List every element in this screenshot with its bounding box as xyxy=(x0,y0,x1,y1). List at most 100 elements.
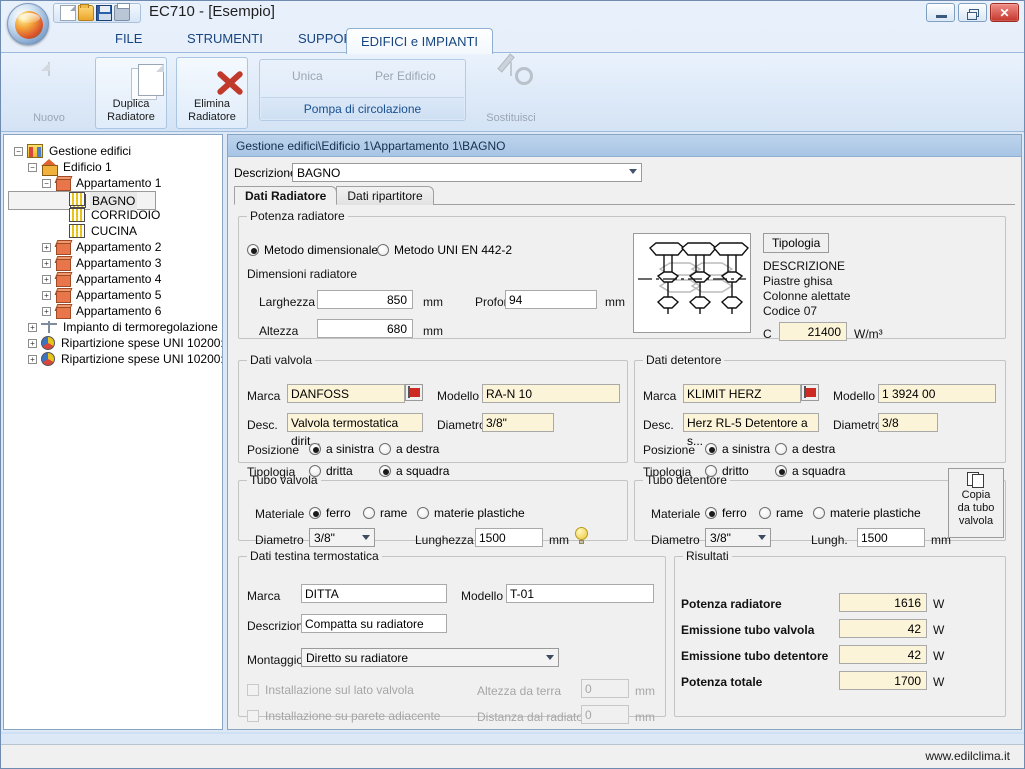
ribbon-button-sostituisci[interactable]: Sostituisci xyxy=(475,57,547,129)
close-button[interactable]: ✕ xyxy=(990,3,1019,22)
expand-icon[interactable]: + xyxy=(42,275,51,284)
tree-item-appartamento-2[interactable]: +Appartamento 2 xyxy=(8,239,218,255)
input-valvola-marca[interactable]: DANFOSS xyxy=(287,384,405,403)
expand-icon[interactable]: + xyxy=(42,259,51,268)
tree-item-appartamento-1[interactable]: −Appartamento 1 xyxy=(8,175,218,191)
detentore-marca-picker-button[interactable] xyxy=(801,384,819,401)
tree-item-appartamento-6[interactable]: +Appartamento 6 xyxy=(8,303,218,319)
tree-item-appartamento-4[interactable]: +Appartamento 4 xyxy=(8,271,218,287)
menu-tab-file[interactable]: FILE xyxy=(101,27,156,52)
collapse-icon[interactable]: − xyxy=(42,179,51,188)
radio-metodo-uni[interactable]: Metodo UNI EN 442-2 xyxy=(377,243,512,257)
input-valvola-desc[interactable]: Valvola termostatica dirit... xyxy=(287,413,423,432)
collapse-icon[interactable]: − xyxy=(14,147,23,156)
pompa-circolazione-group: Unica Per Edificio Pompa di circolazione xyxy=(259,59,466,121)
button-copia-da-tubo-valvola[interactable]: Copia da tubo valvola xyxy=(948,468,1004,538)
radio-tubo-valvola-plastiche[interactable]: materie plastiche xyxy=(417,506,525,520)
tree-item-appartamento-3[interactable]: +Appartamento 3 xyxy=(8,255,218,271)
input-testina-descrizione[interactable]: Compatta su radiatore xyxy=(301,614,447,633)
expand-icon[interactable]: + xyxy=(28,339,37,348)
input-profondita[interactable]: 94 xyxy=(505,290,597,309)
ribbon-button-nuovo[interactable]: Nuovo xyxy=(13,57,85,129)
tree-item-ripartizione-spese-uni-10200-2005[interactable]: +Ripartizione spese UNI 10200:2005 xyxy=(8,335,218,351)
pompa-option-per-edificio[interactable]: Per Edificio xyxy=(375,69,436,83)
building-tree-pane[interactable]: −Gestione edifici−Edificio 1−Appartament… xyxy=(3,134,223,730)
pie-icon xyxy=(41,352,55,366)
open-icon[interactable] xyxy=(78,5,94,21)
collapse-icon[interactable]: − xyxy=(28,163,37,172)
unit-tv-lunghezza: mm xyxy=(549,533,569,547)
select-testina-montaggio[interactable]: Diretto su radiatore xyxy=(301,648,559,667)
tree-item-ripartizione-spese-uni-10200-2013[interactable]: +Ripartizione spese UNI 10200:2013 xyxy=(8,351,218,367)
ribbon-button-duplica-radiatore[interactable]: Duplica Radiatore xyxy=(95,57,167,129)
chevron-down-icon xyxy=(629,169,637,174)
radio-metodo-dimensionale[interactable]: Metodo dimensionale xyxy=(247,243,378,257)
input-testina-marca[interactable]: DITTA xyxy=(301,584,447,603)
button-tipologia[interactable]: Tipologia xyxy=(763,233,829,253)
replace-icon xyxy=(510,63,512,76)
radio-tubo-detentore-rame[interactable]: rame xyxy=(759,506,803,520)
input-tv-lunghezza[interactable]: 1500 xyxy=(475,528,543,547)
tree-item-gestione-edifici[interactable]: −Gestione edifici xyxy=(8,143,218,159)
save-icon[interactable] xyxy=(96,5,112,21)
input-altezza-da-terra[interactable]: 0 xyxy=(581,679,629,698)
descrizione-row: Descrizione BAGNO xyxy=(228,157,1021,184)
tree-item-cucina[interactable]: CUCINA xyxy=(8,223,218,239)
descrizione-combo[interactable]: BAGNO xyxy=(292,163,642,182)
label-valvola-marca: Marca xyxy=(247,389,280,403)
input-altezza[interactable]: 680 xyxy=(317,319,413,338)
risultato-unit: W xyxy=(933,649,944,663)
radio-detentore-pos-sinistra[interactable]: a sinistra xyxy=(705,442,770,456)
radio-valvola-pos-sinistra[interactable]: a sinistra xyxy=(309,442,374,456)
tree-item-appartamento-5[interactable]: +Appartamento 5 xyxy=(8,287,218,303)
hint-bulb-icon[interactable] xyxy=(575,527,588,544)
tab-dati-ripartitore[interactable]: Dati ripartitore xyxy=(336,186,433,205)
select-td-diametro[interactable]: 3/8" xyxy=(705,528,771,547)
valvola-marca-picker-button[interactable] xyxy=(405,384,423,401)
expand-icon[interactable]: + xyxy=(42,243,51,252)
new-icon[interactable] xyxy=(60,5,76,21)
input-td-lunghezza[interactable]: 1500 xyxy=(857,528,925,547)
input-larghezza[interactable]: 850 xyxy=(317,290,413,309)
risultato-unit: W xyxy=(933,675,944,689)
input-testina-modello[interactable]: T-01 xyxy=(506,584,654,603)
expand-icon[interactable]: + xyxy=(42,307,51,316)
print-icon[interactable] xyxy=(114,5,130,21)
radio-valvola-pos-destra[interactable]: a destra xyxy=(379,442,439,456)
pompa-option-unica[interactable]: Unica xyxy=(292,69,323,83)
checkbox-installazione-lato-valvola[interactable]: Installazione sul lato valvola xyxy=(247,683,414,697)
radio-tubo-valvola-ferro[interactable]: ferro xyxy=(309,506,351,520)
radio-tubo-valvola-rame[interactable]: rame xyxy=(363,506,407,520)
tree-item-impianto-di-termoregolazione[interactable]: +Impianto di termoregolazione xyxy=(8,319,218,335)
input-detentore-modello[interactable]: 1 3924 00 xyxy=(878,384,996,403)
tab-dati-radiatore[interactable]: Dati Radiatore xyxy=(234,186,337,205)
ribbon-label-duplica: Duplica Radiatore xyxy=(96,98,166,124)
input-detentore-diametro[interactable]: 3/8 xyxy=(878,413,938,432)
radio-detentore-pos-destra[interactable]: a destra xyxy=(775,442,835,456)
checkbox-installazione-parete-adiacente[interactable]: Installazione su parete adiacente xyxy=(247,709,440,723)
radio-dot-td-rame xyxy=(759,507,771,519)
expand-icon[interactable]: + xyxy=(42,291,51,300)
expand-icon[interactable]: + xyxy=(28,323,37,332)
label-tv-ferro: ferro xyxy=(326,506,351,520)
ribbon-button-elimina-radiatore[interactable]: Elimina Radiatore xyxy=(176,57,248,129)
minimize-button[interactable] xyxy=(926,3,955,22)
tree-item-edificio-1[interactable]: −Edificio 1 xyxy=(8,159,218,175)
input-valvola-diametro[interactable]: 3/8" xyxy=(482,413,554,432)
radio-tubo-detentore-ferro[interactable]: ferro xyxy=(705,506,747,520)
expand-icon[interactable]: + xyxy=(28,355,37,364)
input-valvola-modello[interactable]: RA-N 10 xyxy=(482,384,620,403)
restore-button[interactable] xyxy=(958,3,987,22)
input-distanza-dal-radiatore[interactable]: 0 xyxy=(581,705,629,724)
select-tv-diametro[interactable]: 3/8" xyxy=(309,528,375,547)
detail-pane: Gestione edifici\Edificio 1\Appartamento… xyxy=(227,134,1022,730)
input-detentore-desc[interactable]: Herz RL-5 Detentore a s... xyxy=(683,413,819,432)
detail-tabs: Dati Radiatore Dati ripartitore xyxy=(234,186,1021,205)
radio-tubo-detentore-plastiche[interactable]: materie plastiche xyxy=(813,506,921,520)
menu-tab-strumenti[interactable]: STRUMENTI xyxy=(173,27,277,52)
app-logo-orb[interactable] xyxy=(7,3,49,45)
input-detentore-marca[interactable]: KLIMIT HERZ xyxy=(683,384,801,403)
menu-tab-edifici-e-impianti[interactable]: EDIFICI e IMPIANTI xyxy=(346,28,493,54)
value-td-diametro: 3/8" xyxy=(710,531,731,545)
house-icon xyxy=(41,160,57,174)
